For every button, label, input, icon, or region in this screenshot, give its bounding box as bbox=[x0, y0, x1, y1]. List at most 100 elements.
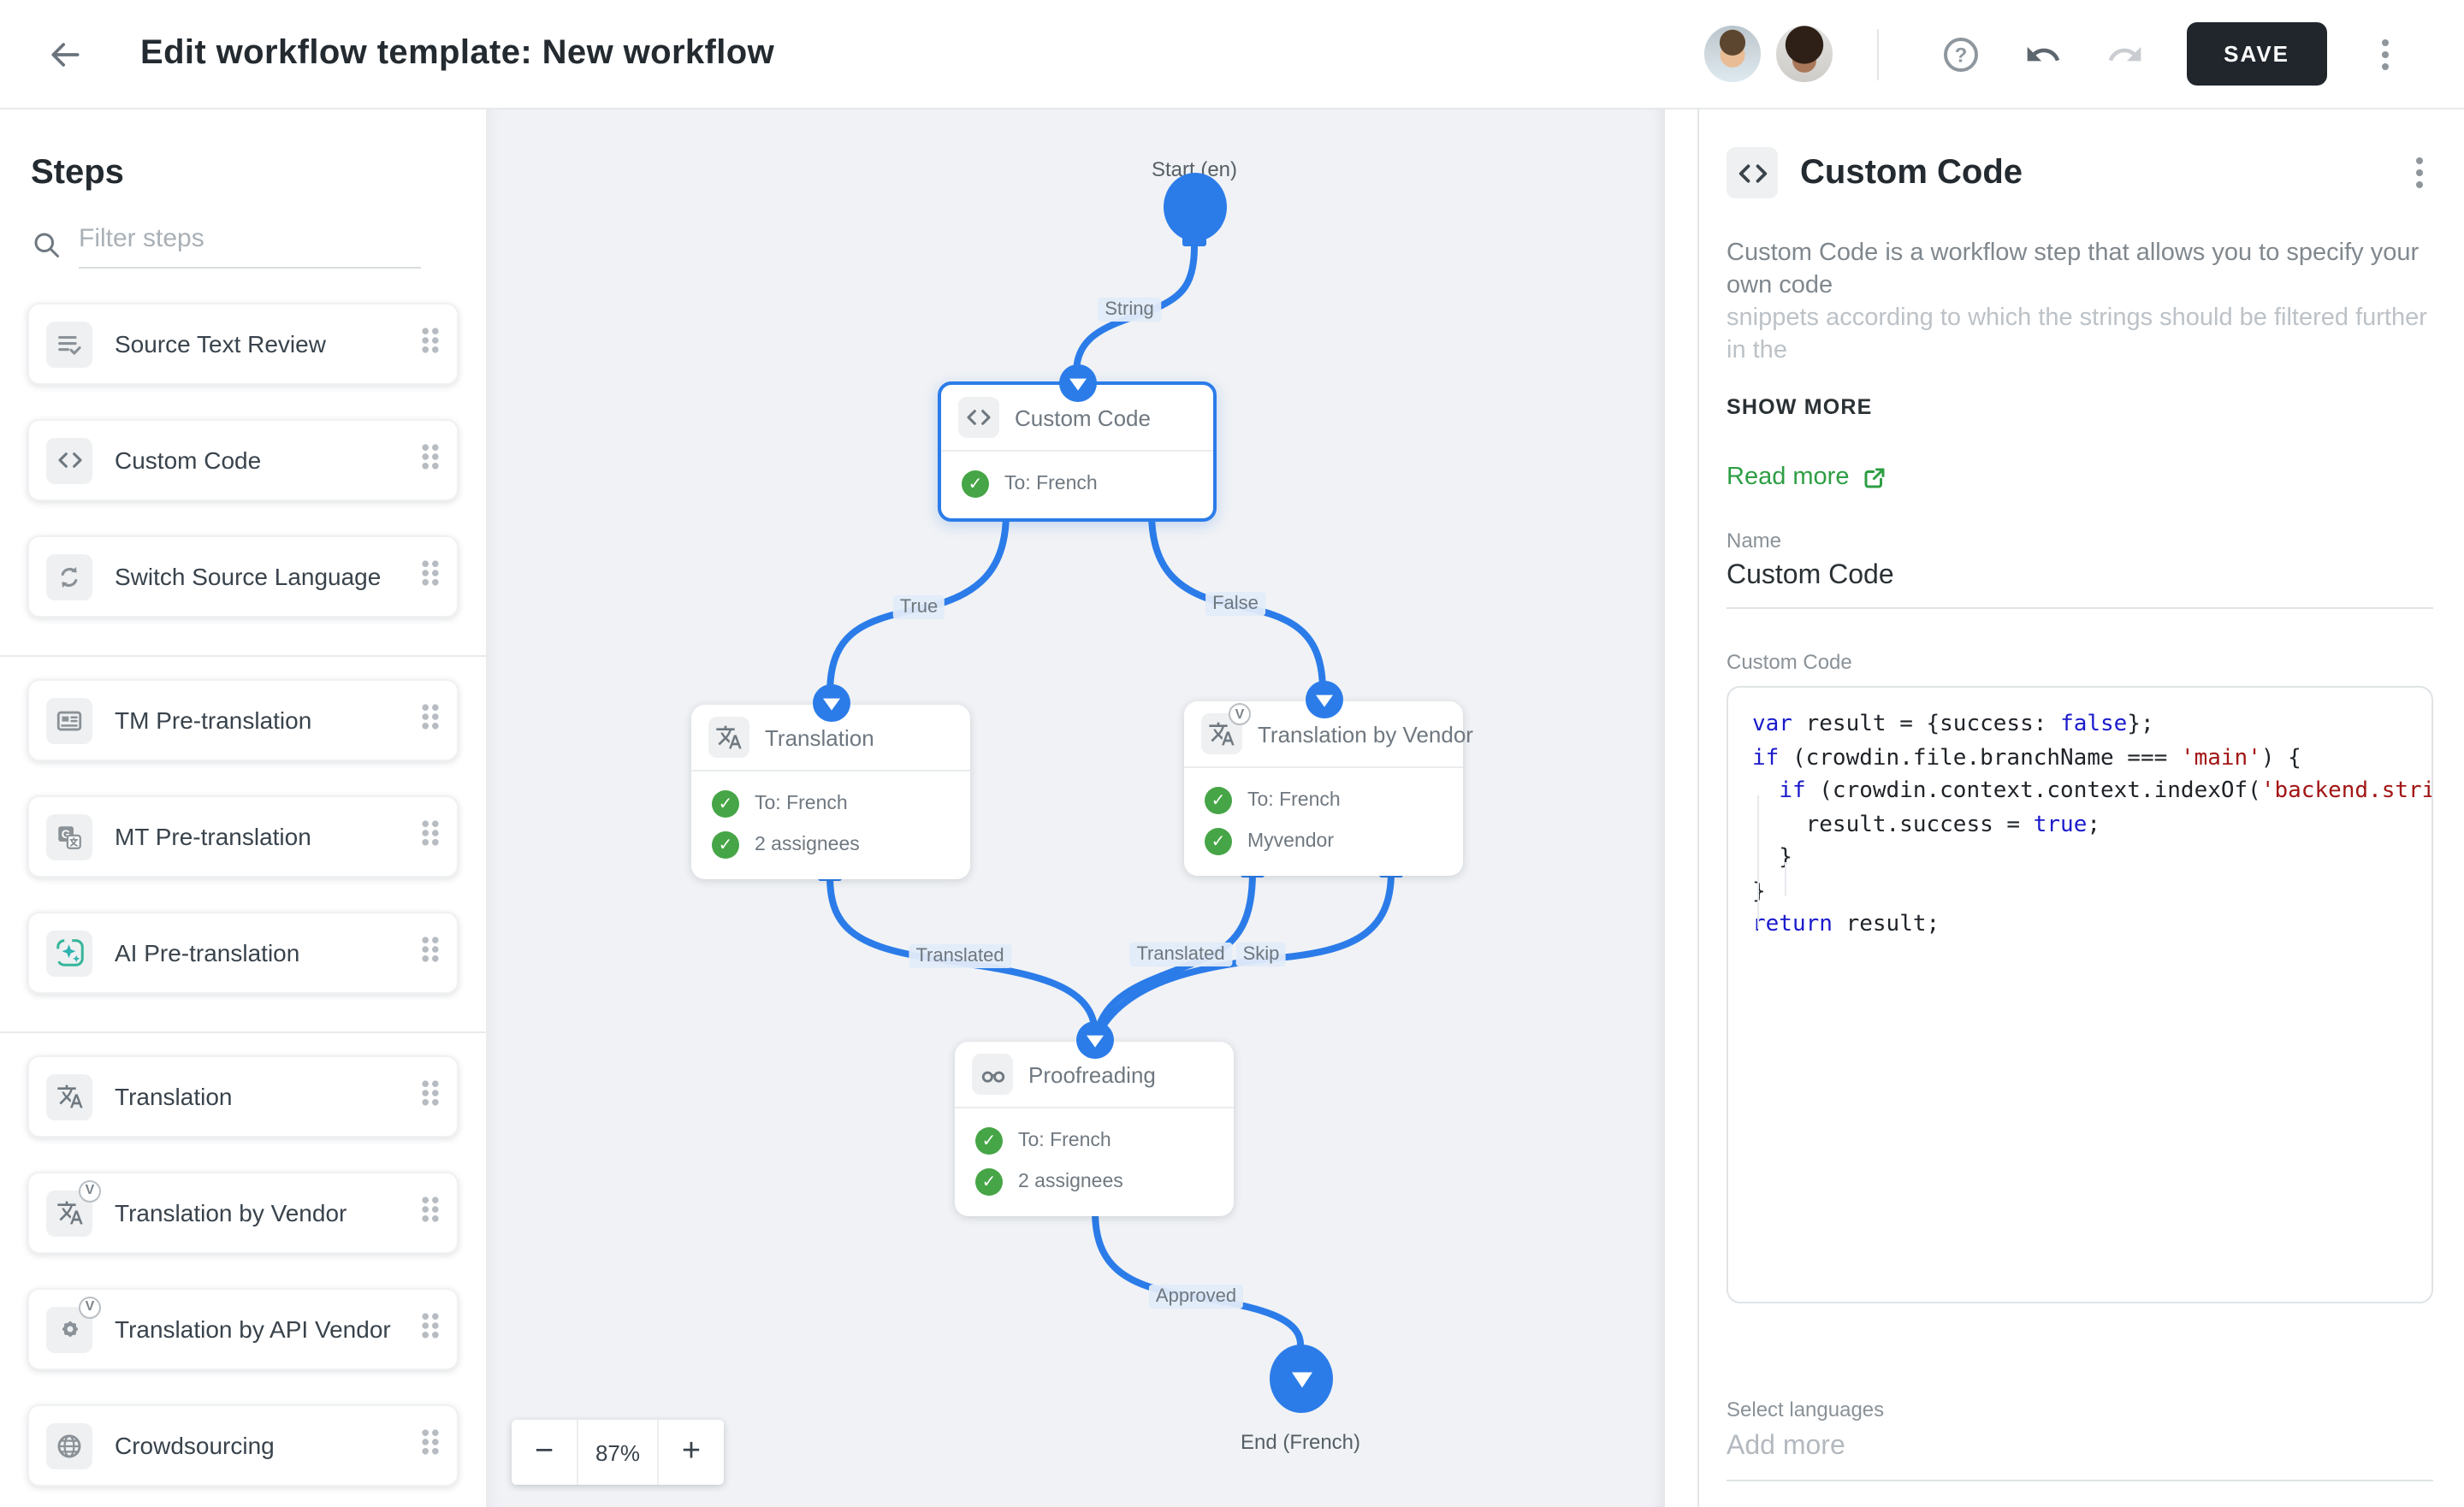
check-icon: ✓ bbox=[975, 1168, 1003, 1196]
panel-more-button[interactable] bbox=[2406, 147, 2433, 198]
node-translation-by-vendor[interactable]: V Translation by Vendor ✓ To: French ✓ M… bbox=[1184, 701, 1463, 876]
indent-guide bbox=[1785, 862, 1786, 896]
back-arrow-icon bbox=[46, 35, 84, 73]
node-title: Translation by Vendor bbox=[1258, 721, 1473, 747]
node-proofreading[interactable]: Proofreading ✓ To: French ✓ 2 assignees bbox=[955, 1042, 1234, 1216]
step-label: Crowdsourcing bbox=[115, 1432, 407, 1459]
step-card-translation-by-vendor[interactable]: V Translation by Vendor bbox=[27, 1172, 459, 1254]
vendor-badge: V bbox=[79, 1179, 101, 1202]
drag-handle-icon[interactable] bbox=[421, 819, 440, 854]
undo-icon bbox=[2023, 35, 2061, 73]
read-more-label: Read more bbox=[1727, 464, 1849, 491]
step-card-source-text-review[interactable]: Source Text Review bbox=[27, 303, 459, 385]
node-row-text: To: French bbox=[755, 794, 848, 814]
step-card-switch-source-language[interactable]: Switch Source Language bbox=[27, 535, 459, 618]
vendor-badge: V bbox=[1229, 703, 1251, 725]
step-card-translation-by-api-vendor[interactable]: V Translation by API Vendor bbox=[27, 1288, 459, 1370]
step-label: Custom Code bbox=[115, 446, 407, 474]
drag-handle-icon[interactable] bbox=[421, 326, 440, 362]
node-title: Translation bbox=[765, 724, 874, 750]
top-bar: Edit workflow template: New workflow ? S… bbox=[0, 0, 2464, 109]
input-port[interactable] bbox=[812, 684, 850, 722]
drag-handle-icon[interactable] bbox=[421, 1079, 440, 1114]
edge-label-approved: Approved bbox=[1149, 1285, 1243, 1309]
step-label: Translation by API Vendor bbox=[115, 1315, 407, 1343]
check-icon: ✓ bbox=[712, 790, 739, 818]
page-title: Edit workflow template: New workflow bbox=[140, 34, 774, 74]
step-label: Translation bbox=[115, 1083, 407, 1110]
translate-icon: V bbox=[46, 1190, 92, 1236]
drag-handle-icon[interactable] bbox=[421, 442, 440, 478]
node-row-text: To: French bbox=[1004, 474, 1098, 494]
translate-icon bbox=[46, 1073, 92, 1120]
node-row-text: Myvendor bbox=[1247, 831, 1334, 852]
zoom-control: − 87% + bbox=[512, 1420, 724, 1485]
node-translation[interactable]: Translation ✓ To: French ✓ 2 assignees bbox=[691, 705, 970, 879]
read-more-link[interactable]: Read more bbox=[1727, 464, 2433, 491]
code-content: var result = {success: false};if (crowdi… bbox=[1752, 708, 2421, 942]
redo-icon bbox=[2106, 35, 2143, 73]
workflow-canvas[interactable]: Start (en) End (French) String True Fals… bbox=[488, 109, 1665, 1507]
step-label: Source Text Review bbox=[115, 330, 407, 358]
filter-steps-input[interactable] bbox=[79, 221, 421, 269]
input-port[interactable] bbox=[1058, 364, 1096, 402]
workflow-editor: Edit workflow template: New workflow ? S… bbox=[0, 0, 2464, 1507]
save-button[interactable]: SAVE bbox=[2186, 22, 2327, 86]
start-node[interactable] bbox=[1164, 173, 1227, 241]
code-editor[interactable]: var result = {success: false};if (crowdi… bbox=[1727, 686, 2433, 1303]
zoom-in-button[interactable]: + bbox=[659, 1420, 724, 1485]
filter-steps-field bbox=[31, 221, 459, 269]
panel-title: Custom Code bbox=[1800, 153, 2406, 192]
kebab-icon bbox=[2416, 157, 2423, 188]
globe-icon bbox=[46, 1422, 92, 1469]
description-line: Custom Code is a workflow step that allo… bbox=[1727, 238, 2433, 303]
swap-icon bbox=[46, 553, 92, 600]
translate-icon bbox=[708, 717, 749, 758]
end-arrow-icon bbox=[1291, 1372, 1312, 1387]
step-card-custom-code[interactable]: Custom Code bbox=[27, 419, 459, 501]
drag-handle-icon[interactable] bbox=[421, 935, 440, 971]
end-node[interactable] bbox=[1270, 1344, 1333, 1413]
input-port[interactable] bbox=[1305, 681, 1342, 718]
step-group: Source Text Review Custom Code Switch Sour… bbox=[27, 269, 459, 655]
step-group: TM Pre-translation GMT Pre-translation AI … bbox=[27, 657, 459, 1031]
step-card-translation[interactable]: Translation bbox=[27, 1055, 459, 1138]
header-divider bbox=[1876, 28, 1878, 80]
show-more-link[interactable]: SHOW MORE bbox=[1727, 395, 2433, 419]
name-input[interactable]: Custom Code bbox=[1727, 553, 2433, 609]
step-card-tm-pre-translation[interactable]: TM Pre-translation bbox=[27, 679, 459, 761]
drag-handle-icon[interactable] bbox=[421, 702, 440, 738]
step-label: AI Pre-translation bbox=[115, 939, 407, 966]
check-icon: ✓ bbox=[975, 1127, 1003, 1155]
step-card-ai-pre-translation[interactable]: AI Pre-translation bbox=[27, 912, 459, 994]
zoom-level: 87% bbox=[577, 1420, 659, 1485]
redo-button[interactable] bbox=[2094, 23, 2155, 85]
help-icon: ? bbox=[1940, 33, 1981, 74]
step-card-mt-pre-translation[interactable]: GMT Pre-translation bbox=[27, 795, 459, 878]
step-card-crowdsourcing[interactable]: Crowdsourcing bbox=[27, 1404, 459, 1486]
zoom-out-button[interactable]: − bbox=[512, 1420, 577, 1485]
step-list: Source Text Review Custom Code Switch Sour… bbox=[27, 269, 459, 1507]
edge-label-translated-2: Translated bbox=[1129, 943, 1231, 966]
drag-handle-icon[interactable] bbox=[421, 1427, 440, 1463]
undo-button[interactable] bbox=[2011, 23, 2073, 85]
node-row-text: 2 assignees bbox=[755, 835, 860, 855]
drag-handle-icon[interactable] bbox=[421, 1195, 440, 1231]
vendor-badge: V bbox=[79, 1296, 101, 1318]
step-label: Translation by Vendor bbox=[115, 1199, 407, 1226]
steps-heading: Steps bbox=[31, 154, 459, 193]
add-language-input[interactable] bbox=[1727, 1421, 2433, 1481]
drag-handle-icon[interactable] bbox=[421, 558, 440, 594]
node-custom-code[interactable]: Custom Code ✓ To: French bbox=[938, 381, 1217, 522]
workflow-edges bbox=[488, 109, 1665, 1507]
step-details-panel: Custom Code Custom Code is a workflow st… bbox=[1701, 109, 2464, 1507]
drag-handle-icon[interactable] bbox=[421, 1311, 440, 1347]
avatar[interactable] bbox=[1700, 22, 1763, 86]
input-port[interactable] bbox=[1075, 1021, 1113, 1059]
mt-icon: G bbox=[46, 813, 92, 860]
back-button[interactable] bbox=[34, 23, 96, 85]
avatar[interactable] bbox=[1772, 22, 1835, 86]
help-button[interactable]: ? bbox=[1929, 23, 1991, 85]
header-more-button[interactable] bbox=[2354, 23, 2416, 85]
node-row-text: To: French bbox=[1018, 1131, 1111, 1151]
